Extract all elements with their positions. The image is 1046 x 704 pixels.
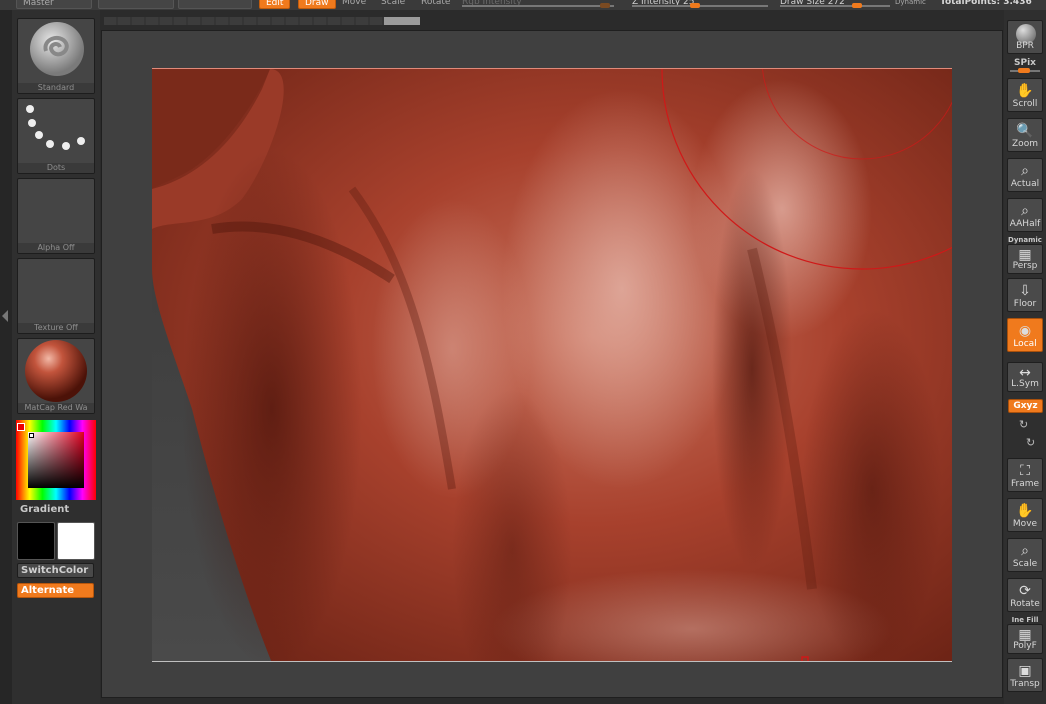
main-color-swatch[interactable] (17, 522, 55, 560)
material-caption: MatCap Red Wa (18, 403, 94, 413)
bpr-button[interactable]: BPR (1007, 20, 1043, 54)
blank-button[interactable] (98, 0, 174, 9)
draw-button[interactable]: Draw (298, 0, 336, 9)
alpha-caption: Alpha Off (18, 243, 94, 253)
matcap-red-wax-icon (25, 340, 87, 402)
draw-size-slider[interactable] (780, 5, 890, 7)
brush-button[interactable]: Standard (17, 18, 95, 94)
undo-history-strip[interactable] (104, 17, 384, 25)
move-mode-button[interactable]: Move (342, 0, 366, 9)
color-marker[interactable] (29, 433, 34, 438)
stroke-caption: Dots (18, 163, 94, 173)
local-label: Local (1013, 339, 1037, 349)
spix-knob[interactable] (1018, 68, 1030, 73)
rotate-mode-button[interactable]: Rotate (421, 0, 450, 9)
transparency-icon: ▣ (1018, 663, 1032, 679)
lsym-button[interactable]: ↔ L.Sym (1007, 362, 1043, 392)
rgb-intensity-slider[interactable] (462, 5, 614, 7)
floor-button[interactable]: ⇩ Floor (1007, 278, 1043, 312)
master-label: Master (23, 0, 54, 8)
total-points-readout: TotalPoints: 3.436 (940, 0, 1032, 7)
scroll-label: Scroll (1012, 99, 1038, 109)
z-intensity-knob[interactable] (690, 3, 700, 8)
frame-label: Frame (1010, 479, 1040, 489)
move-button[interactable]: ✋ Move (1007, 498, 1043, 532)
alpha-button[interactable]: Alpha Off (17, 178, 95, 254)
frame-icon: ⛶ (1020, 463, 1030, 479)
draw-size-knob[interactable] (852, 3, 862, 8)
spix-label: SPix (1014, 58, 1036, 68)
frame-button[interactable]: ⛶ Frame (1007, 458, 1043, 492)
floor-label: Floor (1013, 299, 1037, 309)
dots-stroke-icon (26, 105, 85, 150)
aahalf-label: AAHalf (1009, 219, 1041, 229)
rgb-intensity-knob[interactable] (600, 3, 610, 8)
transp-button[interactable]: ▣ Transp (1007, 658, 1043, 692)
dynamic-toggle[interactable]: Dynamic (895, 0, 926, 9)
material-button[interactable]: MatCap Red Wa (17, 338, 95, 414)
move-hand-icon: ✋ (1016, 503, 1034, 519)
lsym-label: L.Sym (1011, 379, 1039, 389)
document-canvas[interactable] (152, 68, 952, 662)
rotate-z-icon[interactable]: ↻ (1026, 436, 1035, 449)
persp-label: Persp (1012, 261, 1038, 271)
rotate-y-icon[interactable]: ↻ (1019, 418, 1028, 431)
master-button[interactable]: Master (16, 0, 92, 9)
quick-sketch-button[interactable] (178, 0, 252, 9)
texture-button[interactable]: Texture Off (17, 258, 95, 334)
polyf-button[interactable]: ▦ PolyF (1007, 624, 1043, 654)
color-picker-hue-ring[interactable] (16, 420, 96, 500)
edit-button[interactable]: Edit (259, 0, 291, 9)
brush-caption: Standard (18, 83, 94, 93)
gradient-label[interactable]: Gradient (20, 504, 69, 515)
persp-button[interactable]: ▦ Persp (1007, 244, 1043, 274)
zoom-button[interactable]: 🔍 Zoom (1007, 118, 1043, 152)
move-label: Move (1012, 519, 1038, 529)
rotate-icon: ⟳ (1019, 583, 1031, 599)
local-symmetry-icon: ◉ (1018, 323, 1032, 339)
rotate-label: Rotate (1010, 599, 1040, 609)
scale-button[interactable]: ⌕ Scale (1007, 538, 1043, 572)
aahalf-button[interactable]: ⌕ AAHalf (1007, 198, 1043, 232)
polyf-label: PolyF (1013, 641, 1037, 651)
alternate-button[interactable]: Alternate (17, 583, 94, 598)
floor-icon: ⇩ (1019, 283, 1031, 299)
transp-label: Transp (1010, 679, 1040, 689)
scale-label: Scale (1012, 559, 1038, 569)
left-tray-handle[interactable] (0, 10, 12, 704)
aahalf-icon: ⌕ (1021, 203, 1029, 219)
zoom-label: Zoom (1012, 139, 1038, 149)
scale-icon: ⌕ (1021, 543, 1029, 559)
actual-label: Actual (1010, 179, 1040, 189)
scroll-button[interactable]: ✋ Scroll (1007, 78, 1043, 112)
actual-button[interactable]: ⌕ Actual (1007, 158, 1043, 192)
secondary-color-swatch[interactable] (57, 522, 95, 560)
hand-icon: ✋ (1016, 83, 1034, 99)
scale-mode-button[interactable]: Scale (381, 0, 405, 9)
color-picker-saturation-square[interactable] (28, 432, 84, 488)
rotate-button[interactable]: ⟳ Rotate (1007, 578, 1043, 612)
switch-color-button[interactable]: SwitchColor (17, 563, 94, 578)
z-intensity-slider[interactable] (632, 5, 768, 7)
undo-history-cursor[interactable] (384, 17, 420, 25)
dynamic-persp-label: Dynamic (1008, 236, 1042, 244)
line-fill-label: Ine Fill (1011, 616, 1039, 624)
sculpt-viewport[interactable] (152, 69, 952, 662)
actual-size-icon: ⌕ (1021, 163, 1029, 179)
xyz-rotation-button[interactable]: Gxyz (1008, 399, 1043, 413)
local-button[interactable]: ◉ Local (1007, 318, 1043, 352)
hue-marker[interactable] (17, 423, 25, 431)
top-toolbar: Master Edit Draw Move Scale Rotate Rgb I… (0, 0, 1046, 10)
standard-brush-icon (30, 22, 84, 76)
stroke-button[interactable]: Dots (17, 98, 95, 174)
texture-caption: Texture Off (18, 323, 94, 333)
tray-arrow-icon (2, 310, 8, 322)
bpr-label: BPR (1016, 41, 1034, 51)
magnifier-icon: 🔍 (1016, 123, 1034, 139)
